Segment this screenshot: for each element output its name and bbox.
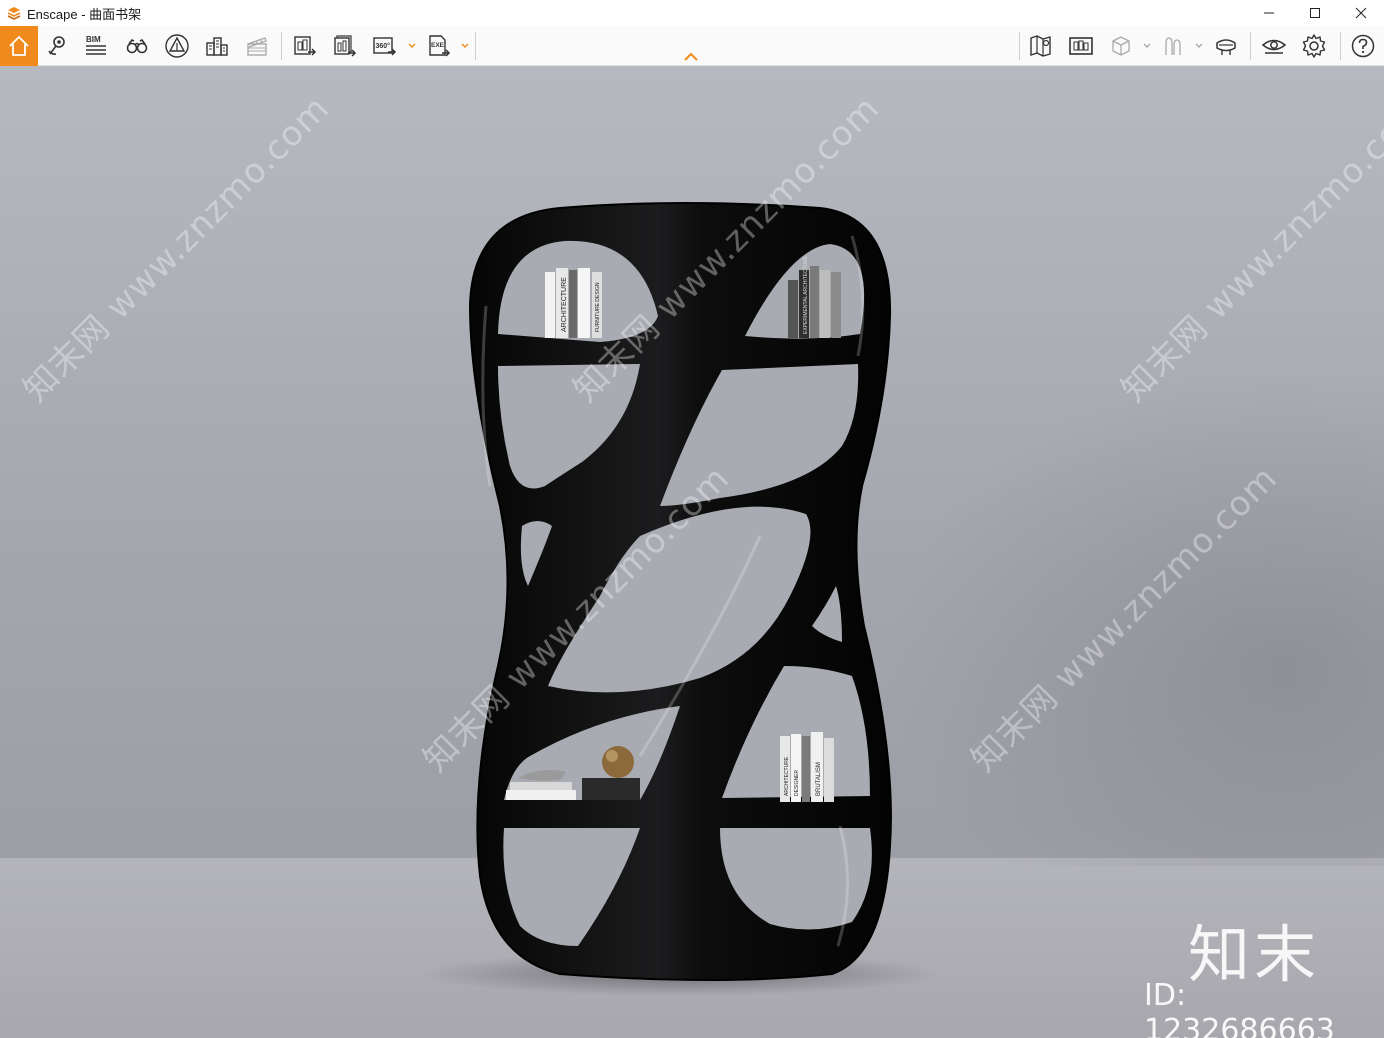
visibility-button[interactable] — [1255, 26, 1293, 66]
render-viewport[interactable]: ARCHITECTURE FURNITURE DESIGN EXPERIMENT… — [0, 66, 1384, 1038]
book — [578, 268, 590, 338]
book — [788, 280, 798, 338]
book-spine-label: ARCHITECTURE — [784, 756, 790, 796]
book-spine-label: BRUTALISM — [816, 762, 822, 796]
walk-mode-button[interactable] — [118, 26, 156, 66]
books-top-left: ARCHITECTURE FURNITURE DESIGN — [545, 268, 602, 338]
book-stack — [582, 778, 640, 800]
book-stack — [510, 782, 572, 790]
toolbar-separator — [1250, 32, 1251, 60]
toolbar-separator — [1340, 32, 1341, 60]
book — [802, 736, 810, 802]
book — [820, 270, 830, 338]
books-lower-right: BRUTALISM DESIGNER ARCHITECTURE — [780, 732, 834, 802]
export-exe-icon: EXE — [429, 35, 451, 57]
buildings-button[interactable] — [198, 26, 236, 66]
batch-render-icon — [334, 35, 357, 57]
people-dropdown[interactable] — [1194, 38, 1204, 54]
book — [831, 272, 841, 338]
book-stack — [506, 790, 576, 800]
video-editor-button[interactable] — [238, 26, 276, 66]
settings-gear-icon — [1302, 34, 1326, 58]
export-exe-label: EXE — [431, 42, 445, 49]
render-image-icon — [294, 36, 317, 56]
cube-dropdown[interactable] — [1142, 38, 1152, 54]
book — [810, 266, 819, 338]
book — [569, 270, 577, 338]
panorama-label: 360° — [376, 42, 391, 50]
chevron-down-icon — [461, 43, 469, 48]
eye-visibility-icon — [1261, 39, 1287, 54]
close-button[interactable] — [1338, 0, 1384, 26]
book-spine-label: ARCHITECTURE — [561, 277, 568, 332]
window-title: Enscape - 曲面书架 — [27, 6, 142, 22]
cube-icon — [1112, 36, 1130, 56]
map-view-button[interactable] — [1022, 26, 1060, 66]
chevron-down-icon — [1143, 43, 1151, 48]
batch-render-button[interactable] — [326, 26, 364, 66]
vr-headset-button[interactable] — [1207, 26, 1245, 66]
minimize-icon — [1264, 12, 1274, 14]
home-button[interactable] — [0, 26, 38, 66]
people-button[interactable] — [1154, 26, 1192, 66]
sphere-highlight — [606, 750, 618, 762]
chevron-down-icon — [408, 43, 416, 48]
panorama-360-icon: 360° — [373, 37, 397, 56]
book-spine-label: DESIGNER — [794, 769, 800, 796]
bim-button[interactable]: BIM — [78, 26, 116, 66]
toolbar-separator — [281, 32, 282, 60]
book — [824, 738, 834, 802]
brass-sphere — [602, 746, 634, 778]
enscape-logo-icon — [7, 7, 21, 20]
atmosphere-button[interactable] — [158, 26, 196, 66]
panorama-button[interactable]: 360° — [366, 26, 404, 66]
buildings-icon — [206, 37, 228, 56]
main-toolbar: BIM 360° EXE — [0, 26, 1384, 66]
close-icon — [1355, 7, 1367, 19]
book-spine-label: FURNITURE DESIGN — [595, 282, 601, 332]
bim-icon: BIM — [86, 35, 106, 55]
maximize-button[interactable] — [1292, 0, 1338, 26]
bim-label: BIM — [86, 35, 101, 44]
export-exe-button[interactable]: EXE — [420, 26, 458, 66]
book — [545, 272, 555, 338]
people-icon — [1165, 37, 1181, 55]
chevron-up-icon[interactable] — [682, 51, 700, 63]
map-view-icon — [1030, 35, 1051, 57]
triangle-settings-icon — [165, 34, 189, 58]
panorama-dropdown[interactable] — [407, 38, 417, 54]
book-spine-label: EXPERIMENTAL ARCHITECTURE — [803, 255, 809, 334]
asset-library-icon — [1069, 37, 1093, 55]
export-dropdown[interactable] — [460, 38, 470, 54]
vr-headset-icon — [1216, 39, 1236, 55]
brand-id: ID: 1232686663 — [1144, 978, 1335, 1038]
map-pin-icon — [48, 36, 65, 55]
home-icon — [9, 36, 29, 56]
maximize-icon — [1310, 8, 1320, 18]
help-button[interactable] — [1344, 26, 1382, 66]
cube-button[interactable] — [1102, 26, 1140, 66]
map-pin-button[interactable] — [38, 26, 76, 66]
title-bar: Enscape - 曲面书架 — [0, 0, 1384, 26]
toolbar-separator — [475, 32, 476, 60]
window-controls — [1246, 0, 1384, 26]
settings-button[interactable] — [1295, 26, 1333, 66]
help-icon — [1351, 34, 1375, 58]
binoculars-icon — [126, 38, 148, 54]
minimize-button[interactable] — [1246, 0, 1292, 26]
asset-library-button[interactable] — [1062, 26, 1100, 66]
clapperboard-icon — [247, 37, 267, 56]
render-image-button[interactable] — [286, 26, 324, 66]
toolbar-separator — [1019, 32, 1020, 60]
chevron-down-icon — [1195, 43, 1203, 48]
